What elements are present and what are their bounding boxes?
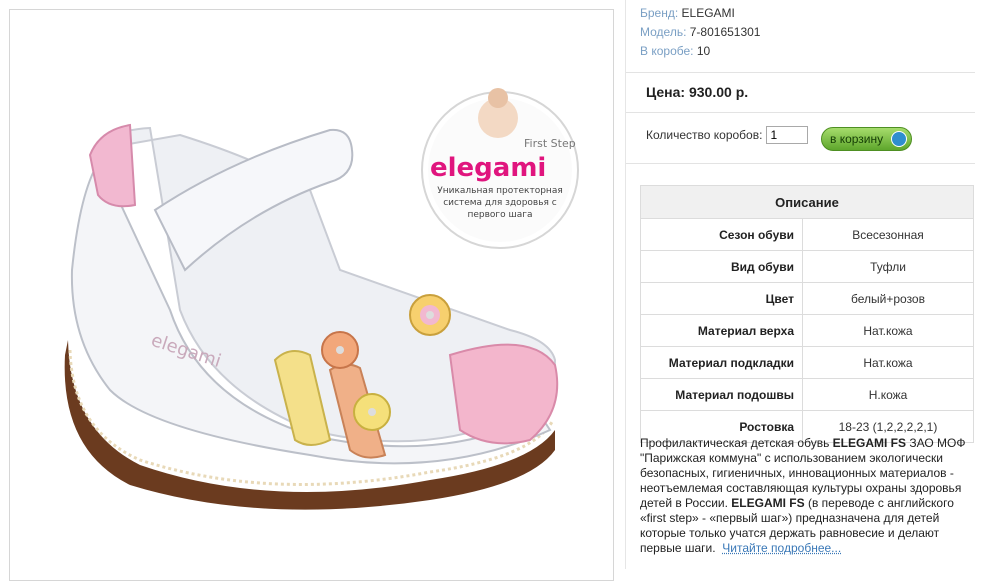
divider: [626, 163, 975, 164]
divider: [626, 112, 975, 113]
row-key: Вид обуви: [640, 250, 803, 283]
price: Цена: 930.00 р.: [646, 84, 749, 100]
sandal-illustration: elegami First Step elegami Уникальная пр…: [64, 88, 579, 510]
row-key: Цвет: [640, 282, 803, 315]
row-value: Нат.кожа: [802, 346, 974, 379]
row-value: белый+розов: [802, 282, 974, 315]
column-divider: [625, 0, 626, 569]
brand-label: Бренд:: [640, 6, 679, 20]
description-title: Описание: [640, 185, 974, 219]
row-value: Туфли: [802, 250, 974, 283]
product-info: Бренд: ELEGAMI Модель: 7-801651301 В кор…: [640, 4, 760, 61]
product-image[interactable]: elegami First Step elegami Уникальная пр…: [9, 9, 614, 581]
brand-value: ELEGAMI: [681, 6, 735, 20]
table-row: Материал верха Нат.кожа: [640, 314, 974, 347]
table-row: Цвет белый+розов: [640, 282, 974, 315]
cart-icon: [891, 131, 907, 147]
logo-brand-text: elegami: [430, 153, 546, 183]
add-to-cart-label: в корзину: [830, 132, 884, 146]
box-label: В коробе:: [640, 44, 694, 58]
brand-row: Бренд: ELEGAMI: [640, 4, 760, 23]
table-row: Материал подошвы Н.кожа: [640, 378, 974, 411]
table-row: Сезон обуви Всесезонная: [640, 218, 974, 251]
model-label: Модель:: [640, 25, 687, 39]
table-row: Вид обуви Туфли: [640, 250, 974, 283]
model-value: 7-801651301: [689, 25, 761, 39]
row-value: Н.кожа: [802, 378, 974, 411]
divider: [626, 72, 975, 73]
brand-bold: ELEGAMI FS: [832, 436, 906, 450]
box-value: 10: [696, 44, 711, 58]
quantity-input[interactable]: [766, 126, 809, 144]
box-row: В коробе: 10: [640, 42, 760, 61]
logo-tagline-3: первого шага: [467, 210, 532, 220]
description-paragraph: Профилактическая детская обувь ELEGAMI F…: [640, 436, 976, 556]
row-key: Материал верха: [640, 314, 803, 347]
para-text: Профилактическая детская обувь: [640, 436, 833, 450]
row-value: Всесезонная: [802, 218, 974, 251]
quantity-label: Количество коробов:: [646, 128, 763, 142]
model-row: Модель: 7-801651301: [640, 23, 760, 42]
quantity-row: Количество коробов:: [646, 126, 809, 144]
add-to-cart-button[interactable]: в корзину: [821, 127, 912, 151]
row-key: Материал подкладки: [640, 346, 803, 379]
row-key: Материал подошвы: [640, 378, 803, 411]
row-key: Сезон обуви: [640, 218, 803, 251]
brand-bold: ELEGAMI FS: [731, 496, 805, 510]
table-row: Материал подкладки Нат.кожа: [640, 346, 974, 379]
logo-sub-text: First Step: [524, 137, 576, 150]
description-table: Описание Сезон обуви Всесезонная Вид обув…: [640, 185, 974, 443]
logo-tagline-2: система для здоровья с: [443, 198, 557, 208]
row-value: Нат.кожа: [802, 314, 974, 347]
read-more-link[interactable]: Читайте подробнее...: [722, 541, 841, 555]
logo-tagline-1: Уникальная протекторная: [437, 186, 563, 196]
